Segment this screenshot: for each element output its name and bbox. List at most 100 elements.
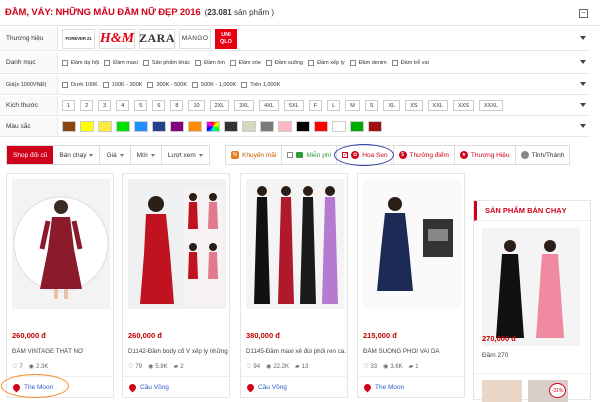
filter-option[interactable]: Đầm maxi <box>104 59 138 66</box>
bestseller-thumb[interactable] <box>482 380 522 402</box>
filter-option[interactable]: Đầm dạ hội <box>62 59 99 66</box>
views-stat: ◉ 3.6K <box>383 363 403 371</box>
product-card[interactable]: 215,000 đ ĐẦM SUÔNG PHỐI VAI DA ♡ 33 ◉ 3.6… <box>357 173 465 398</box>
product-stats: ♡ 33 ◉ 3.6K ▰ 1 <box>363 363 419 371</box>
product-card[interactable]: 380,000 đ D1145-Đầm maxi xẻ đùi phối ren… <box>240 173 348 398</box>
tag-free-ship[interactable]: Miễn phí <box>282 146 338 164</box>
product-image[interactable] <box>363 179 461 309</box>
size-option[interactable]: 2XL <box>209 100 230 111</box>
size-option[interactable]: 4 <box>116 100 130 111</box>
size-option[interactable]: 6 <box>152 100 166 111</box>
sort-price[interactable]: Giá <box>100 146 131 164</box>
product-card[interactable]: 260,000 đ D1142-Đầm body cổ V xếp ly nhữ… <box>122 173 230 398</box>
brand-zara[interactable]: ZARA <box>139 28 175 49</box>
product-image[interactable] <box>246 179 344 309</box>
brand-uniqlo[interactable]: UNI QLO <box>215 28 237 49</box>
sort-views[interactable]: Lượt xem <box>162 146 209 164</box>
size-option[interactable]: XXXL <box>478 100 504 111</box>
shop-link[interactable]: Cầu Vồng <box>123 376 229 398</box>
brand-hm[interactable]: H&M <box>99 28 135 49</box>
filter-option[interactable]: Đầm suông <box>265 59 303 66</box>
color-swatch[interactable] <box>368 121 382 132</box>
bestseller-name[interactable]: Đầm 270 <box>482 352 508 359</box>
color-swatch[interactable] <box>152 121 166 132</box>
size-option[interactable]: 8 <box>170 100 184 111</box>
size-option[interactable]: L <box>327 100 341 111</box>
color-swatch[interactable] <box>80 121 94 132</box>
size-option[interactable]: 4XL <box>259 100 279 111</box>
filter-option[interactable]: Đầm xòe <box>229 59 261 66</box>
filter-option[interactable]: 300K - 500K <box>147 81 187 88</box>
size-option[interactable]: 1 <box>62 100 76 111</box>
size-option[interactable]: 3 <box>98 100 112 111</box>
expand-color-icon[interactable] <box>580 123 586 128</box>
size-option[interactable]: 10 <box>188 100 205 111</box>
collapse-button[interactable]: − <box>579 9 588 18</box>
expand-size-icon[interactable] <box>580 102 586 107</box>
filter-option[interactable]: 100K - 300K <box>102 81 142 88</box>
color-swatch[interactable] <box>296 121 310 132</box>
color-swatch[interactable] <box>278 121 292 132</box>
color-swatch[interactable] <box>332 121 346 132</box>
shop-link[interactable]: The Moon <box>358 376 464 398</box>
size-option[interactable]: 5 <box>134 100 148 111</box>
product-image[interactable] <box>128 179 226 309</box>
color-swatch[interactable] <box>188 121 202 132</box>
size-option[interactable]: 2 <box>80 100 94 111</box>
size-option[interactable]: F <box>308 100 323 111</box>
product-card[interactable]: 260,000 đ ĐẦM VINTAGE THẮT NƠ ♡ 7 ◉ 2.3K T… <box>6 173 114 398</box>
color-swatch[interactable] <box>260 121 274 132</box>
size-option[interactable]: XL <box>383 100 401 111</box>
color-swatch[interactable] <box>98 121 112 132</box>
color-swatch[interactable] <box>62 121 76 132</box>
color-swatch[interactable] <box>134 121 148 132</box>
size-option[interactable]: 5XL <box>283 100 304 111</box>
color-swatch[interactable] <box>314 121 328 132</box>
color-swatch[interactable] <box>170 121 184 132</box>
color-swatch[interactable] <box>206 121 220 132</box>
expand-price-icon[interactable] <box>580 81 586 86</box>
size-option[interactable]: XS <box>405 100 423 111</box>
filter-option[interactable]: Đầm ôm <box>195 59 225 66</box>
tag-province[interactable]: Tỉnh/Thành <box>515 146 570 164</box>
product-name[interactable]: D1145-Đầm maxi xẻ đùi phối ren ca... <box>246 348 346 355</box>
color-swatch[interactable] <box>242 121 256 132</box>
filter-option[interactable]: Đầm denim <box>349 59 387 66</box>
shop-link[interactable]: Cầu Vồng <box>241 376 347 398</box>
color-swatch[interactable] <box>224 121 238 132</box>
brand-mango[interactable]: MANGO <box>179 28 211 49</box>
tag-promotion[interactable]: % Khuyến mãi <box>226 146 283 164</box>
brand-forever21[interactable]: FOREVER 21 <box>62 28 95 49</box>
product-price: 260,000 đ <box>128 331 162 340</box>
product-name[interactable]: ĐẦM VINTAGE THẮT NƠ <box>12 348 112 355</box>
color-swatch[interactable] <box>350 121 364 132</box>
color-swatch[interactable] <box>116 121 130 132</box>
filter-option[interactable]: 500K - 1,000K <box>192 81 236 88</box>
expand-brand-icon[interactable] <box>580 35 586 40</box>
size-option[interactable]: M <box>345 100 360 111</box>
heart-icon: ♡ <box>12 364 18 370</box>
size-option[interactable]: XXL <box>427 100 448 111</box>
size-option[interactable]: XXS <box>452 100 474 111</box>
filter-option[interactable]: Dưới 100K <box>62 81 98 88</box>
filter-option[interactable]: Đầm xếp ly <box>308 59 345 66</box>
tag-brand[interactable]: ★ Thương Hiệu <box>454 146 516 164</box>
sort-new[interactable]: Mới <box>131 146 162 164</box>
likes-stat: ♡ 94 <box>246 363 261 371</box>
bestseller-image[interactable] <box>482 228 580 346</box>
size-option[interactable]: S <box>364 100 379 111</box>
sort-best-selling[interactable]: Bán chạy <box>53 146 101 164</box>
sort-shop-old[interactable]: Shop đối cũ <box>7 146 54 164</box>
product-image[interactable] <box>12 179 110 309</box>
tag-reward-points[interactable]: $ Thưởng điểm <box>393 146 455 164</box>
highlight-oval <box>1 374 69 398</box>
filter-option[interactable]: Đầm trễ vai <box>391 59 429 66</box>
highlight-circle <box>334 144 394 166</box>
product-name[interactable]: D1142-Đầm body cổ V xếp ly những... <box>128 348 228 355</box>
size-option[interactable]: 3XL <box>234 100 255 111</box>
product-name[interactable]: ĐẦM SUÔNG PHỐI VAI DA <box>363 348 463 355</box>
expand-category-icon[interactable] <box>580 59 586 64</box>
filter-option[interactable]: Sản phẩm khác <box>142 59 190 66</box>
bestseller-thumb[interactable]: -31% <box>528 380 568 402</box>
filter-option[interactable]: Trên 1,000K <box>241 81 280 88</box>
